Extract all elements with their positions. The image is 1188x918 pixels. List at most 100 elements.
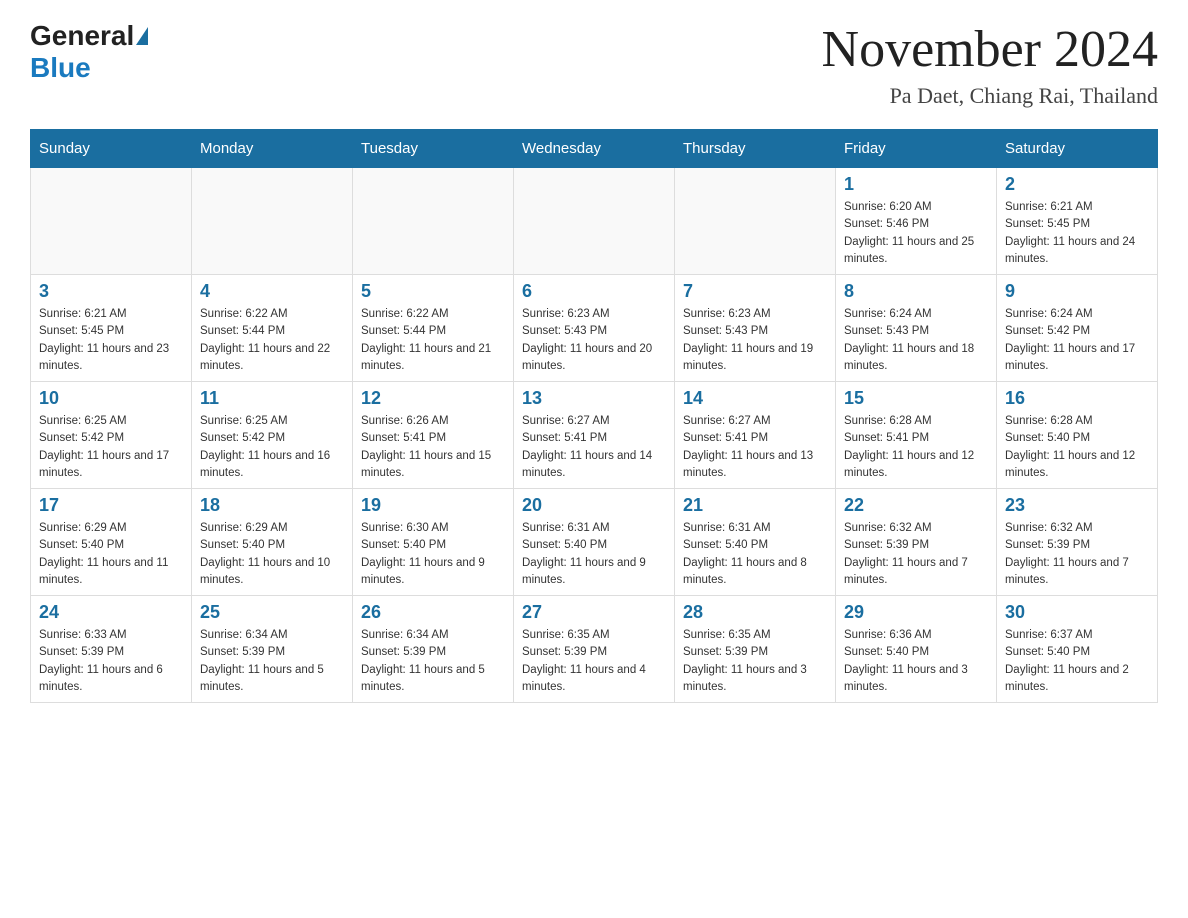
calendar-week-1: 1Sunrise: 6:20 AMSunset: 5:46 PMDaylight… [31,168,1158,275]
day-info: Sunrise: 6:27 AMSunset: 5:41 PMDaylight:… [522,413,666,482]
calendar-cell: 28Sunrise: 6:35 AMSunset: 5:39 PMDayligh… [675,596,836,703]
calendar-cell [353,168,514,275]
calendar-cell: 30Sunrise: 6:37 AMSunset: 5:40 PMDayligh… [997,596,1158,703]
day-info: Sunrise: 6:32 AMSunset: 5:39 PMDaylight:… [844,520,988,589]
column-header-monday: Monday [192,130,353,168]
day-info: Sunrise: 6:21 AMSunset: 5:45 PMDaylight:… [1005,199,1149,268]
day-number: 28 [683,602,827,623]
calendar-cell: 16Sunrise: 6:28 AMSunset: 5:40 PMDayligh… [997,382,1158,489]
day-number: 3 [39,281,183,302]
day-number: 18 [200,495,344,516]
calendar-cell: 1Sunrise: 6:20 AMSunset: 5:46 PMDaylight… [836,168,997,275]
calendar-week-2: 3 Sunrise: 6:21 AMSunset: 5:45 PMDaylight… [31,275,1158,382]
calendar-cell: 25Sunrise: 6:34 AMSunset: 5:39 PMDayligh… [192,596,353,703]
page-subtitle: Pa Daet, Chiang Rai, Thailand [822,83,1158,109]
day-number: 23 [1005,495,1149,516]
calendar-cell: 8 Sunrise: 6:24 AMSunset: 5:43 PMDaylight… [836,275,997,382]
logo-general-text: General [30,20,134,52]
day-number: 30 [1005,602,1149,623]
calendar-cell: 7Sunrise: 6:23 AMSunset: 5:43 PMDaylight… [675,275,836,382]
day-info: Sunrise: 6:31 AMSunset: 5:40 PMDaylight:… [522,520,666,589]
day-number: 10 [39,388,183,409]
calendar-cell: 4Sunrise: 6:22 AMSunset: 5:44 PMDaylight… [192,275,353,382]
day-info: Sunrise: 6:25 AMSunset: 5:42 PMDaylight:… [39,413,183,482]
logo-blue-text: Blue [30,52,91,83]
day-number: 8 [844,281,988,302]
day-info: Sunrise: 6:36 AMSunset: 5:40 PMDaylight:… [844,627,988,696]
calendar-cell: 13 Sunrise: 6:27 AMSunset: 5:41 PMDayligh… [514,382,675,489]
day-info: Sunrise: 6:21 AMSunset: 5:45 PMDaylight:… [39,306,183,375]
calendar-cell: 17Sunrise: 6:29 AMSunset: 5:40 PMDayligh… [31,489,192,596]
day-number: 12 [361,388,505,409]
calendar-cell: 18 Sunrise: 6:29 AMSunset: 5:40 PMDayligh… [192,489,353,596]
day-info: Sunrise: 6:22 AMSunset: 5:44 PMDaylight:… [361,306,505,375]
calendar-week-3: 10 Sunrise: 6:25 AMSunset: 5:42 PMDayligh… [31,382,1158,489]
calendar-cell: 5 Sunrise: 6:22 AMSunset: 5:44 PMDaylight… [353,275,514,382]
day-info: Sunrise: 6:28 AMSunset: 5:40 PMDaylight:… [1005,413,1149,482]
column-header-saturday: Saturday [997,130,1158,168]
calendar-cell: 14 Sunrise: 6:27 AMSunset: 5:41 PMDayligh… [675,382,836,489]
day-number: 19 [361,495,505,516]
logo-triangle-icon [136,27,148,45]
calendar-cell: 29 Sunrise: 6:36 AMSunset: 5:40 PMDayligh… [836,596,997,703]
calendar-cell: 15 Sunrise: 6:28 AMSunset: 5:41 PMDayligh… [836,382,997,489]
day-number: 9 [1005,281,1149,302]
column-header-friday: Friday [836,130,997,168]
day-number: 14 [683,388,827,409]
calendar-cell: 6Sunrise: 6:23 AMSunset: 5:43 PMDaylight… [514,275,675,382]
title-section: November 2024 Pa Daet, Chiang Rai, Thail… [822,20,1158,109]
day-info: Sunrise: 6:24 AMSunset: 5:42 PMDaylight:… [1005,306,1149,375]
day-info: Sunrise: 6:32 AMSunset: 5:39 PMDaylight:… [1005,520,1149,589]
calendar-header: SundayMondayTuesdayWednesdayThursdayFrid… [31,130,1158,168]
calendar-table: SundayMondayTuesdayWednesdayThursdayFrid… [30,129,1158,703]
day-number: 27 [522,602,666,623]
day-number: 1 [844,174,988,195]
column-header-tuesday: Tuesday [353,130,514,168]
calendar-cell: 22Sunrise: 6:32 AMSunset: 5:39 PMDayligh… [836,489,997,596]
day-number: 21 [683,495,827,516]
day-number: 24 [39,602,183,623]
page-header: General Blue November 2024 Pa Daet, Chia… [30,20,1158,109]
calendar-cell [31,168,192,275]
day-number: 4 [200,281,344,302]
day-number: 13 [522,388,666,409]
calendar-cell: 3 Sunrise: 6:21 AMSunset: 5:45 PMDaylight… [31,275,192,382]
calendar-cell: 21 Sunrise: 6:31 AMSunset: 5:40 PMDayligh… [675,489,836,596]
day-number: 29 [844,602,988,623]
day-number: 7 [683,281,827,302]
day-info: Sunrise: 6:28 AMSunset: 5:41 PMDaylight:… [844,413,988,482]
calendar-cell [514,168,675,275]
day-info: Sunrise: 6:24 AMSunset: 5:43 PMDaylight:… [844,306,988,375]
day-info: Sunrise: 6:23 AMSunset: 5:43 PMDaylight:… [522,306,666,375]
page-title: November 2024 [822,20,1158,79]
calendar-cell: 26 Sunrise: 6:34 AMSunset: 5:39 PMDayligh… [353,596,514,703]
calendar-cell [192,168,353,275]
day-info: Sunrise: 6:26 AMSunset: 5:41 PMDaylight:… [361,413,505,482]
calendar-week-4: 17 Sunrise: 6:29 AMSunset: 5:40 PMDayligh… [31,489,1158,596]
column-header-thursday: Thursday [675,130,836,168]
calendar-cell: 23 Sunrise: 6:32 AMSunset: 5:39 PMDayligh… [997,489,1158,596]
calendar-cell: 12 Sunrise: 6:26 AMSunset: 5:41 PMDayligh… [353,382,514,489]
calendar-cell: 11Sunrise: 6:25 AMSunset: 5:42 PMDayligh… [192,382,353,489]
calendar-cell: 24 Sunrise: 6:33 AMSunset: 5:39 PMDayligh… [31,596,192,703]
calendar-body: 1Sunrise: 6:20 AMSunset: 5:46 PMDaylight… [31,168,1158,703]
day-number: 15 [844,388,988,409]
day-info: Sunrise: 6:30 AMSunset: 5:40 PMDaylight:… [361,520,505,589]
calendar-cell: 9 Sunrise: 6:24 AMSunset: 5:42 PMDaylight… [997,275,1158,382]
day-info: Sunrise: 6:33 AMSunset: 5:39 PMDaylight:… [39,627,183,696]
day-number: 5 [361,281,505,302]
calendar-cell: 19 Sunrise: 6:30 AMSunset: 5:40 PMDayligh… [353,489,514,596]
day-info: Sunrise: 6:29 AMSunset: 5:40 PMDaylight:… [200,520,344,589]
calendar-cell: 2 Sunrise: 6:21 AMSunset: 5:45 PMDaylight… [997,168,1158,275]
day-number: 2 [1005,174,1149,195]
column-header-wednesday: Wednesday [514,130,675,168]
day-number: 20 [522,495,666,516]
calendar-week-5: 24 Sunrise: 6:33 AMSunset: 5:39 PMDayligh… [31,596,1158,703]
day-info: Sunrise: 6:27 AMSunset: 5:41 PMDaylight:… [683,413,827,482]
day-number: 26 [361,602,505,623]
calendar-cell: 27 Sunrise: 6:35 AMSunset: 5:39 PMDayligh… [514,596,675,703]
day-info: Sunrise: 6:34 AMSunset: 5:39 PMDaylight:… [361,627,505,696]
day-info: Sunrise: 6:35 AMSunset: 5:39 PMDaylight:… [522,627,666,696]
day-number: 17 [39,495,183,516]
day-info: Sunrise: 6:31 AMSunset: 5:40 PMDaylight:… [683,520,827,589]
